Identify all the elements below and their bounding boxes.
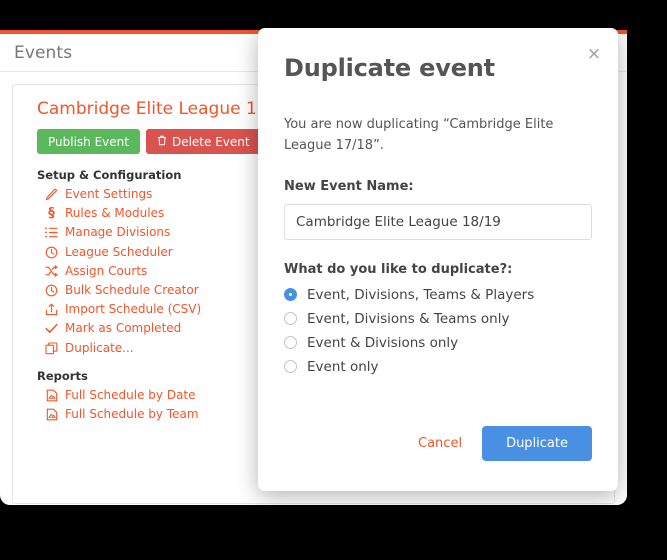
radio-option-event-divisions[interactable]: Event & Divisions only <box>284 335 592 351</box>
clock-icon <box>45 284 58 297</box>
modal-footer: Cancel Duplicate <box>416 426 592 461</box>
page-title: Events <box>14 42 73 63</box>
menu-item-label: Import Schedule (CSV) <box>65 302 202 317</box>
pdf-file-icon <box>45 408 58 421</box>
trash-icon <box>157 135 167 148</box>
menu-item-label: League Scheduler <box>65 244 173 259</box>
copy-icon <box>45 342 58 355</box>
menu-item-label: Full Schedule by Team <box>65 406 199 421</box>
close-icon[interactable]: × <box>584 44 604 64</box>
menu-item-label: Mark as Completed <box>65 321 182 336</box>
menu-item-label: Bulk Schedule Creator <box>65 282 199 297</box>
delete-event-button[interactable]: Delete Event <box>145 129 261 154</box>
new-event-name-label: New Event Name: <box>284 178 414 194</box>
menu-item-label: Rules & Modules <box>65 206 165 221</box>
radio-button-icon[interactable] <box>284 312 297 326</box>
duplicate-event-modal: × Duplicate event You are now duplicatin… <box>258 28 618 491</box>
modal-description: You are now duplicating “Cambridge Elite… <box>284 117 554 154</box>
radio-button-icon[interactable] <box>284 360 297 374</box>
publish-event-button[interactable]: Publish Event <box>37 129 140 154</box>
pdf-file-icon <box>45 389 58 402</box>
radio-option-label: Event only <box>307 358 379 375</box>
menu-item-label: Manage Divisions <box>65 225 171 240</box>
cancel-button[interactable]: Cancel <box>416 432 464 455</box>
modal-title: Duplicate event <box>284 54 495 82</box>
menu-item-label: Event Settings <box>65 187 153 201</box>
duplicate-confirm-button[interactable]: Duplicate <box>482 426 592 461</box>
radio-option-event-only[interactable]: Event only <box>284 359 592 375</box>
modal-body: Duplicate event You are now duplicating … <box>258 28 618 375</box>
delete-event-label: Delete Event <box>171 134 250 149</box>
list-icon <box>45 226 58 239</box>
radio-option-label: Event, Divisions & Teams only <box>307 310 510 327</box>
clock-icon <box>45 246 58 259</box>
upload-box-icon <box>45 303 58 316</box>
radio-option-event-divisions-teams[interactable]: Event, Divisions & Teams only <box>284 311 592 327</box>
duplicate-question-label: What do you like to duplicate?: <box>284 261 513 277</box>
menu-item-label: Assign Courts <box>65 263 148 278</box>
radio-option-label: Event, Divisions, Teams & Players <box>307 286 535 303</box>
publish-event-label: Publish Event <box>48 134 129 149</box>
menu-item-label: Duplicate... <box>65 340 134 355</box>
check-icon <box>45 322 58 335</box>
duplicate-options-group: Event, Divisions, Teams & Players Event,… <box>284 287 592 375</box>
radio-option-event-divisions-teams-players[interactable]: Event, Divisions, Teams & Players <box>284 287 592 303</box>
section-sign-icon: § <box>48 205 55 221</box>
shuffle-icon <box>45 265 58 278</box>
radio-button-icon[interactable] <box>284 288 297 302</box>
new-event-name-input[interactable] <box>284 203 592 240</box>
radio-option-label: Event & Divisions only <box>307 334 459 351</box>
radio-button-icon[interactable] <box>284 336 297 350</box>
menu-item-label: Full Schedule by Date <box>65 387 196 402</box>
pencil-icon <box>45 188 58 201</box>
